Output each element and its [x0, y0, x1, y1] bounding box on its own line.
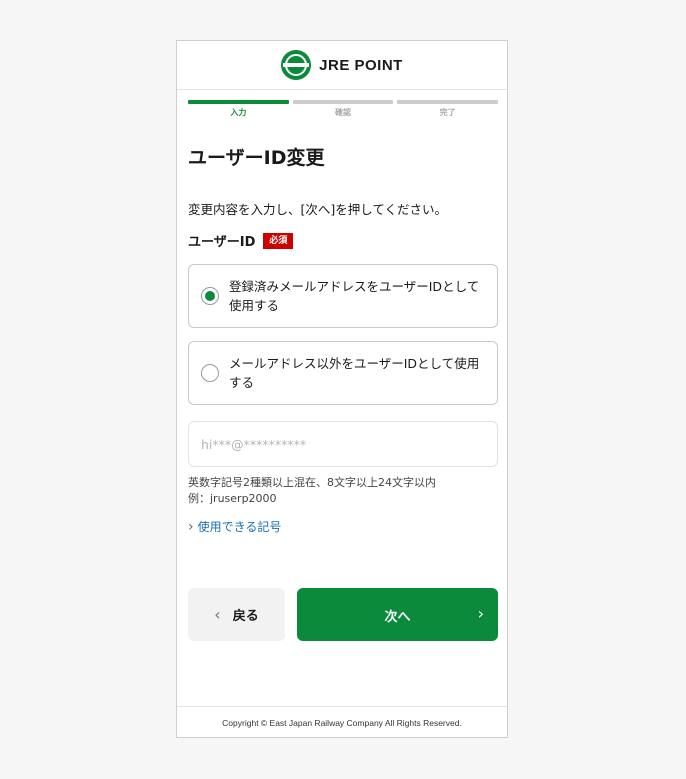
option-other-than-email[interactable]: メールアドレス以外をユーザーIDとして使用する [188, 341, 498, 405]
chevron-left-icon: ‹ [214, 605, 221, 624]
progress-steps: 入力 確認 完了 [188, 100, 499, 118]
step-bar [397, 100, 499, 104]
back-button[interactable]: ‹ 戻る [188, 588, 285, 641]
step-bar [292, 100, 394, 104]
step-label: 完了 [439, 108, 456, 117]
step-label: 確認 [335, 108, 351, 117]
chevron-right-icon: › [477, 604, 484, 623]
copyright-text: Copyright © East Japan Railway Company A… [222, 718, 462, 728]
logo-text: JRE POINT [319, 56, 403, 74]
hint-example: 例：jruserp2000 [188, 492, 277, 505]
hint-rule: 英数字記号2種類以上混在、8文字以上24文字以内 [188, 476, 436, 489]
app-frame: JRE POINT 入力 確認 完了 ユーザーID変更 変更内容を入力し、[次へ… [176, 40, 508, 738]
step-bar [188, 100, 289, 104]
user-id-input[interactable] [188, 421, 498, 467]
header: JRE POINT [177, 41, 507, 90]
step-complete: 完了 [397, 100, 499, 118]
jre-point-logo-icon [281, 50, 312, 80]
user-id-label: ユーザーID [188, 235, 256, 250]
instruction-text: 変更内容を入力し、[次へ]を押してください。 [188, 202, 448, 217]
chevron-right-icon: › [188, 518, 194, 535]
input-hint: 英数字記号2種類以上混在、8文字以上24文字以内 例：jruserp2000 [188, 475, 436, 507]
field-label-row: ユーザーID 必須 [188, 231, 294, 250]
step-label: 入力 [230, 108, 247, 117]
option-label: 登録済みメールアドレスをユーザーIDとして使用する [229, 279, 480, 313]
footer: Copyright © East Japan Railway Company A… [177, 706, 507, 739]
radio-unchecked-icon[interactable] [201, 364, 219, 382]
next-button[interactable]: 次へ › [297, 588, 498, 641]
back-button-label: 戻る [232, 609, 259, 624]
usable-symbols-label: 使用できる記号 [197, 520, 282, 534]
page-title: ユーザーID変更 [188, 147, 325, 169]
usable-symbols-link[interactable]: › 使用できる記号 [188, 518, 281, 535]
step-input: 入力 [188, 100, 289, 118]
step-confirm: 確認 [292, 100, 394, 118]
next-button-label: 次へ [384, 610, 411, 625]
required-badge: 必須 [263, 232, 294, 249]
option-registered-email[interactable]: 登録済みメールアドレスをユーザーIDとして使用する [188, 264, 498, 328]
radio-checked-icon[interactable] [201, 287, 219, 305]
option-label: メールアドレス以外をユーザーIDとして使用する [229, 356, 480, 390]
